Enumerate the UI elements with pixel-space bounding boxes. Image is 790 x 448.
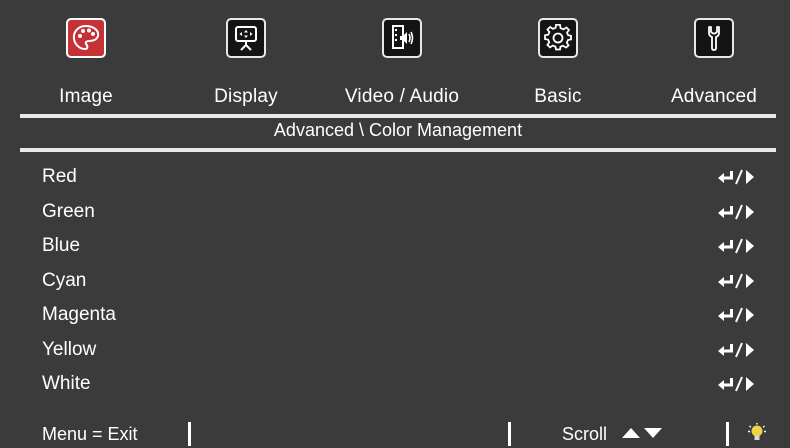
- enter-arrow-icon: [718, 169, 754, 185]
- footer-bar: Menu = Exit Scroll: [20, 412, 776, 446]
- projector-screen-icon: [226, 18, 266, 58]
- list-item-white[interactable]: White: [20, 367, 776, 402]
- list-item-label: Red: [42, 166, 77, 188]
- tab-label: Video / Audio: [344, 86, 460, 107]
- enter-arrow-icon: [718, 307, 754, 323]
- header-divider: [20, 114, 776, 118]
- menu-exit-hint: Menu = Exit: [42, 424, 138, 444]
- video-audio-icon: [382, 18, 422, 58]
- color-management-list: Red Green Blue Cyan Magenta Yellow White: [20, 160, 776, 402]
- gear-settings-icon: [538, 18, 578, 58]
- list-item-yellow[interactable]: Yellow: [20, 333, 776, 368]
- tab-video-audio[interactable]: Video / Audio: [332, 12, 472, 112]
- enter-arrow-icon: [718, 273, 754, 289]
- list-item-blue[interactable]: Blue: [20, 229, 776, 264]
- tab-label: Basic: [534, 86, 582, 107]
- tab-advanced[interactable]: Advanced: [644, 12, 784, 112]
- palette-icon: [66, 18, 106, 58]
- enter-arrow-icon: [718, 238, 754, 254]
- list-item-green[interactable]: Green: [20, 195, 776, 230]
- tab-display[interactable]: Display: [176, 12, 316, 112]
- tab-basic[interactable]: Basic: [488, 12, 628, 112]
- tab-bar: Image Display Video / Audio Basic Advanc…: [20, 12, 780, 112]
- list-item-magenta[interactable]: Magenta: [20, 298, 776, 333]
- list-item-cyan[interactable]: Cyan: [20, 264, 776, 299]
- list-item-label: Magenta: [42, 304, 116, 326]
- wrench-icon: [694, 18, 734, 58]
- list-item-label: White: [42, 373, 91, 395]
- list-item-red[interactable]: Red: [20, 160, 776, 195]
- footer-separator: [726, 422, 729, 446]
- tab-label: Advanced: [670, 86, 758, 107]
- enter-arrow-icon: [718, 376, 754, 392]
- tab-label: Image: [59, 86, 113, 107]
- breadcrumb-divider: [20, 148, 776, 152]
- lightbulb-icon: [748, 423, 766, 440]
- list-item-label: Blue: [42, 235, 81, 257]
- footer-separator: [188, 422, 191, 446]
- breadcrumb: Advanced \ Color Management: [273, 120, 523, 140]
- tab-image[interactable]: Image: [16, 12, 156, 112]
- footer-separator: [508, 422, 511, 446]
- list-item-label: Yellow: [42, 338, 97, 360]
- scroll-up-down-icon: [622, 428, 662, 438]
- enter-arrow-icon: [718, 342, 754, 358]
- scroll-hint: Scroll: [562, 424, 608, 444]
- tab-label: Display: [214, 86, 278, 107]
- list-item-label: Cyan: [42, 269, 87, 291]
- osd-menu: Image Display Video / Audio Basic Advanc…: [0, 0, 790, 448]
- enter-arrow-icon: [718, 204, 754, 220]
- list-item-label: Green: [42, 200, 95, 222]
